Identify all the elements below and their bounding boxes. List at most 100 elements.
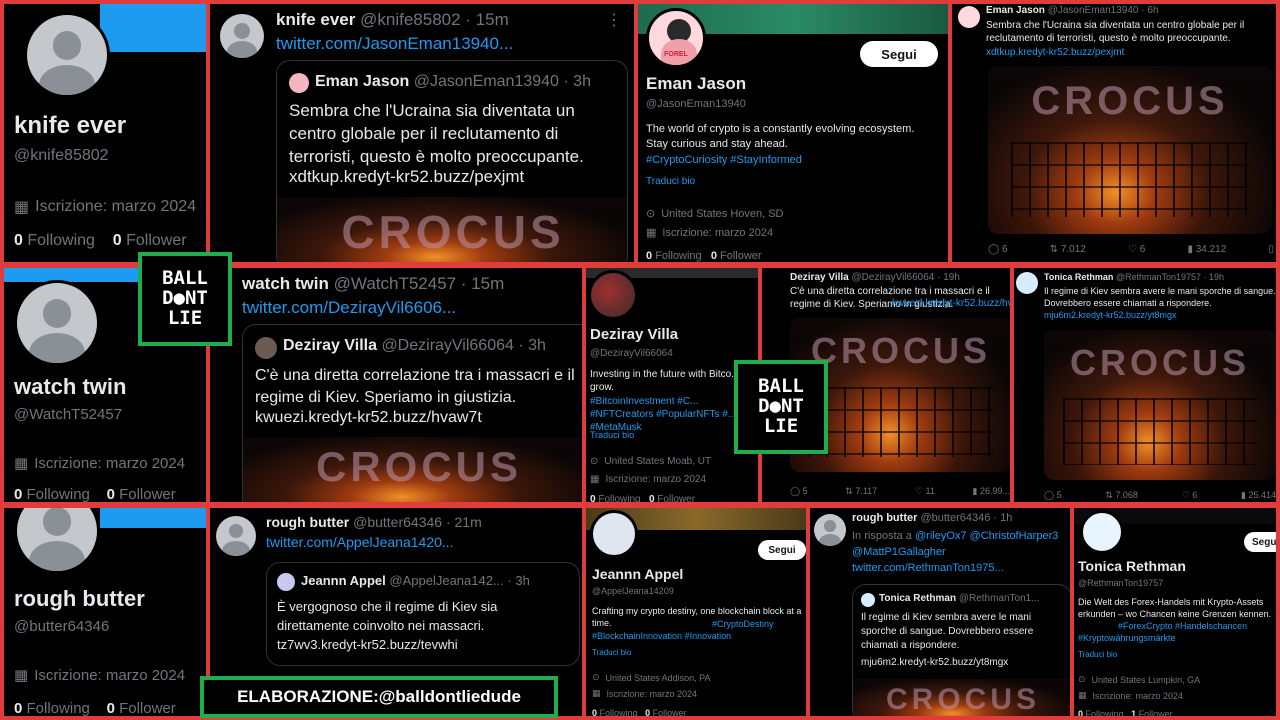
avatar[interactable] (814, 514, 846, 546)
tweet-image[interactable]: CROCUS (1044, 330, 1276, 480)
join-date: ▦ Iscrizione: marzo 2024 (14, 666, 186, 685)
tweet-image[interactable]: CROCUS (988, 66, 1272, 234)
follow-counts[interactable]: 0 Following 0 Follower (590, 494, 695, 502)
tweet-author[interactable]: watch twin (242, 274, 329, 293)
avatar[interactable] (216, 516, 256, 556)
tweet-image[interactable]: CROCUS (853, 679, 1070, 716)
profile-card-knife-ever: knife ever @knife85802 ▦ Iscrizione: marz… (2, 2, 208, 264)
follow-button[interactable]: Segui (1244, 532, 1276, 552)
more-icon[interactable]: ⋮ (606, 10, 622, 30)
avatar[interactable] (277, 573, 295, 591)
profile-name: Tonica Rethman (1078, 558, 1186, 574)
profile-name: Jeannn Appel (592, 566, 684, 582)
tweet-author[interactable]: knife ever (276, 10, 355, 29)
tweet-author[interactable]: rough butter (266, 514, 349, 530)
tweet-text: Il regime di Kiev sembra avere le mani s… (1044, 286, 1276, 308)
bookmark-icon[interactable]: ▯ (1268, 244, 1274, 255)
follow-counts[interactable]: 0 Following 0 Follower (14, 232, 187, 250)
retweet-icon[interactable]: ⇅ 7.068 (1105, 490, 1138, 501)
follow-button[interactable]: Segui (758, 540, 806, 560)
profile-banner (100, 4, 206, 52)
avatar[interactable] (1080, 510, 1124, 554)
tweet-author[interactable]: Deziray Villa (790, 272, 849, 283)
profile-hashtags[interactable]: #ForexCrypto #Handelschancen #Kryptowähr… (1078, 620, 1276, 644)
tweet-link[interactable]: twitter.com/AppelJeana1420... (266, 534, 454, 550)
join-date: ▦ Iscrizione: marzo 2024 (14, 454, 186, 473)
like-icon[interactable]: ♡ 11 (915, 486, 935, 497)
join-date: ▦ Iscrizione: marzo 2024 (590, 474, 707, 485)
tweet-link[interactable]: twitter.com/JasonEman13940... (276, 34, 513, 54)
avatar[interactable] (255, 337, 277, 359)
join-date: ▦ Iscrizione: marzo 2024 (1078, 690, 1184, 701)
tweet-link[interactable]: twitter.com/DezirayVil6606... (242, 298, 456, 318)
avatar[interactable] (958, 6, 980, 28)
follow-counts[interactable]: 0 Following 0 Follower (592, 708, 687, 716)
tweet-knife-ever[interactable]: knife ever @knife85802 · 15m ⋮ twitter.c… (208, 2, 636, 264)
tweet-author[interactable]: rough butter (852, 512, 917, 524)
reply-icon[interactable]: ◯ 5 (1044, 490, 1062, 501)
translate-bio[interactable]: Traduci bio (1078, 650, 1117, 659)
tweet-stats: ◯ 5 ⇅ 7.117 ♡ 11 ▮ 26.99... (790, 486, 1010, 497)
profile-handle: @butter64346 (14, 618, 110, 635)
translate-bio[interactable]: Traduci bio (592, 648, 631, 657)
tweet-handle: @knife85802 · 15m (360, 10, 509, 29)
quote-link[interactable]: kwuezi.kredyt-kr52.buzz/hvaw7t (255, 409, 482, 427)
follow-button[interactable]: Segui (860, 41, 938, 67)
join-date: ▦ Iscrizione: marzo 2024 (14, 198, 197, 216)
avatar[interactable] (588, 270, 638, 320)
quote-link[interactable]: mju6m2.kredyt-kr52.buzz/yt8mgx (861, 657, 1008, 668)
like-icon[interactable]: ♡ 6 (1182, 490, 1198, 501)
follow-counts[interactable]: 0 Following 0 Follower (646, 250, 762, 262)
location-icon: ⊙ (590, 456, 599, 467)
profile-handle: @knife85802 (14, 147, 109, 164)
reply-icon[interactable]: ◯ 5 (790, 486, 808, 497)
quote-text: È vergognoso che il regime di Kiev sia d… (277, 599, 498, 633)
tweet-image[interactable]: CROCUS (243, 437, 582, 502)
tweet-author[interactable]: Tonica Rethman (1044, 272, 1113, 282)
quote-handle: @JasonEman13940 · 3h (413, 73, 591, 90)
tweet-handle: @RethmanTon19757 · 19h (1115, 272, 1225, 282)
profile-hashtags[interactable]: #CryptoDestiny #BlockchainInnovation #In… (592, 618, 806, 642)
reply-icon[interactable]: ◯ 6 (988, 244, 1008, 255)
tweet-eman-jason[interactable]: Eman Jason @JasonEman13940 · 6h Sembra c… (950, 2, 1278, 264)
translate-bio[interactable]: Traduci bio (590, 430, 634, 440)
profile-hashtags[interactable]: #BitcoinInvestment #C... #NFTCreators #P… (590, 395, 758, 434)
tweet-link[interactable]: mju6m2.kredyt-kr52.buzz/yt8mgx (1044, 310, 1177, 320)
avatar[interactable] (289, 73, 309, 93)
quoted-tweet[interactable]: Tonica Rethman @RethmanTon1... Il regime… (852, 584, 1070, 716)
avatar[interactable] (14, 508, 100, 574)
quoted-tweet[interactable]: Jeannn Appel @AppelJeana142... · 3h È ve… (266, 562, 580, 666)
profile-card-tonica-rethman: Segui Tonica Rethman @RethmanTon19757 Di… (1072, 506, 1278, 718)
avatar[interactable] (590, 510, 638, 558)
tweet-handle: @JasonEman13940 · 6h (1047, 5, 1159, 16)
views-icon: ▮ 34.212 (1187, 244, 1227, 255)
quoted-tweet[interactable]: Eman Jason @JasonEman13940 · 3h Sembra c… (276, 60, 628, 262)
quoted-tweet[interactable]: Deziray Villa @DezirayVil66064 · 3h C'è … (242, 324, 582, 502)
follow-counts[interactable]: 0 Following 1 Follower (1078, 709, 1173, 716)
tweet-link[interactable]: twitter.com/RethmanTon1975... (852, 562, 1004, 574)
avatar[interactable]: FOREL (646, 8, 706, 68)
profile-name: knife ever (14, 112, 127, 139)
quote-text: C'è una diretta correlazione tra i massa… (255, 367, 575, 406)
tweet-link[interactable]: kwuezi.kredyt-kr52.buzz/hv... (892, 298, 1010, 309)
quote-link[interactable]: tz7wv3.kredyt-kr52.buzz/tevwhi (277, 637, 458, 652)
avatar[interactable] (1016, 272, 1038, 294)
tweet-image[interactable]: CROCUS (277, 197, 627, 262)
translate-bio[interactable]: Traduci bio (646, 176, 695, 187)
avatar[interactable] (14, 280, 100, 366)
tweet-watch-twin[interactable]: watch twin @WatchT52457 · 15m twitter.co… (208, 266, 584, 504)
retweet-icon[interactable]: ⇅ 7.117 (845, 486, 877, 497)
avatar[interactable] (861, 593, 875, 607)
tweet-rough-butter-reply[interactable]: rough butter @butter64346 · 1h In rispos… (808, 506, 1072, 718)
like-icon[interactable]: ♡ 6 (1128, 244, 1145, 255)
profile-hashtags[interactable]: #CryptoCuriosity #StayInformed (646, 154, 802, 166)
follow-counts[interactable]: 0 Following 0 Follower (14, 700, 176, 716)
avatar[interactable] (24, 12, 110, 98)
tweet-tonica-rethman[interactable]: Tonica Rethman @RethmanTon19757 · 19h Il… (1012, 266, 1278, 504)
avatar[interactable] (220, 14, 264, 58)
tweet-link[interactable]: xdtkup.kredyt-kr52.buzz/pexjmt (986, 47, 1124, 58)
quote-link[interactable]: xdtkup.kredyt-kr52.buzz/pexjmt (289, 167, 524, 187)
follow-counts[interactable]: 0 Following 0 Follower (14, 486, 176, 502)
retweet-icon[interactable]: ⇅ 7.012 (1050, 244, 1086, 255)
tweet-author[interactable]: Eman Jason (986, 5, 1045, 16)
